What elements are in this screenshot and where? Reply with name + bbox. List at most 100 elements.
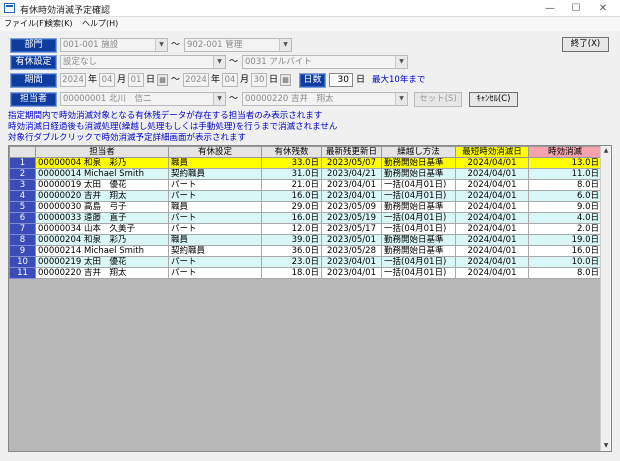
from-day-field[interactable]: 01 <box>128 73 144 87</box>
col-header-carry-method[interactable]: 繰越し方法 <box>381 146 456 158</box>
range-tilde: ～ <box>229 57 239 67</box>
expire-amount-cell: 8.0日 <box>528 179 602 191</box>
carry-method-cell: 一括(04月01日) <box>381 190 456 202</box>
menu-file[interactable]: ファイル(F) <box>4 18 47 29</box>
to-day-field[interactable]: 30 <box>251 73 267 87</box>
earliest-expiry-cell: 2024/04/01 <box>455 212 529 224</box>
person-cell: 00000030 高島 弓子 <box>35 201 169 213</box>
earliest-expiry-cell: 2024/04/01 <box>455 245 529 257</box>
row-number: 3 <box>9 179 36 191</box>
earliest-expiry-cell: 2024/04/01 <box>455 267 529 279</box>
carry-method-cell: 一括(04月01日) <box>381 179 456 191</box>
yukyu-setting-cell: パート <box>168 190 262 202</box>
person-to-select[interactable]: 00000220 吉井 翔太 ▼ <box>242 92 408 106</box>
chevron-down-icon: ▼ <box>279 39 291 51</box>
carry-method-cell: 勤務開始日基準 <box>381 245 456 257</box>
earliest-expiry-cell: 2024/04/01 <box>455 157 529 169</box>
carry-method-cell: 勤務開始日基準 <box>381 157 456 169</box>
carry-method-cell: 一括(04月01日) <box>381 256 456 268</box>
table-row[interactable]: 1 00000004 和泉 彩乃 職員 33.0日 2023/05/07 勤務開始日基準 2… <box>9 157 602 169</box>
expire-amount-cell: 2.0日 <box>528 223 602 235</box>
expire-amount-cell: 10.0日 <box>528 256 602 268</box>
from-month-field[interactable]: 04 <box>99 73 115 87</box>
calendar-icon[interactable]: ▦ <box>157 74 168 86</box>
col-header-last-update[interactable]: 最新残更新日 <box>321 146 382 158</box>
last-update-cell: 2023/04/21 <box>321 168 382 180</box>
scroll-up-icon[interactable]: ▲ <box>601 146 611 156</box>
table-row[interactable]: 5 00000030 高島 弓子 職員 29.0日 2023/05/09 勤務開始日基準 2… <box>9 201 602 213</box>
person-from-select[interactable]: 00000001 北川 信二 ▼ <box>60 92 226 106</box>
max-note: 最大10年まで <box>372 75 426 85</box>
to-month-field[interactable]: 04 <box>222 73 238 87</box>
expire-amount-cell: 19.0日 <box>528 234 602 246</box>
menu-help[interactable]: ヘルプ(H) <box>82 18 118 29</box>
person-cell: 00000220 吉井 翔太 <box>35 267 169 279</box>
notice-line-3: 対象行ダブルクリックで時効消滅予定詳細画面が表示されます <box>8 133 247 143</box>
table-row[interactable]: 3 00000019 太田 優花 パート 21.0日 2023/04/01 一括(04月0… <box>9 179 602 191</box>
chevron-down-icon: ▼ <box>213 93 225 105</box>
person-cell: 00000004 和泉 彩乃 <box>35 157 169 169</box>
table-row[interactable]: 4 00000020 吉井 翔太 パート 16.0日 2023/04/01 一括(04月0… <box>9 190 602 202</box>
yukyu-setting-cell: 職員 <box>168 201 262 213</box>
chevron-down-icon: ▼ <box>155 39 167 51</box>
col-header-remaining[interactable]: 有休残数 <box>261 146 322 158</box>
day-char: 日 <box>146 75 156 85</box>
expire-amount-cell: 8.0日 <box>528 267 602 279</box>
dept-label: 部門 <box>10 38 57 53</box>
table-row[interactable]: 10 00000219 太田 優花 パート 23.0日 2023/04/01 一括(04月… <box>9 256 602 268</box>
yukyu-setting-cell: パート <box>168 267 262 279</box>
table-row[interactable]: 6 00000033 遠藤 直子 パート 16.0日 2023/05/19 一括(04月0… <box>9 212 602 224</box>
earliest-expiry-cell: 2024/04/01 <box>455 223 529 235</box>
minimize-button[interactable]: — <box>536 0 564 17</box>
row-number-header <box>9 146 36 158</box>
expire-amount-cell: 6.0日 <box>528 190 602 202</box>
dept-from-select[interactable]: 001-001 施設 ▼ <box>60 38 168 52</box>
person-cell: 00000204 和泉 彩乃 <box>35 234 169 246</box>
table-row[interactable]: 11 00000220 吉井 翔太 パート 18.0日 2023/04/01 一括(04月… <box>9 267 602 279</box>
cancel-button[interactable]: ｷｬﾝｾﾙ(C) <box>469 92 518 107</box>
yukyu-from-select[interactable]: 設定なし ▼ <box>60 55 226 69</box>
calendar-icon[interactable]: ▦ <box>280 74 291 86</box>
remaining-cell: 29.0日 <box>261 201 322 213</box>
maximize-button[interactable]: ☐ <box>562 0 590 17</box>
row-number: 7 <box>9 223 36 235</box>
scroll-down-icon[interactable]: ▼ <box>601 441 611 451</box>
to-year-field[interactable]: 2024 <box>183 73 209 87</box>
month-char: 月 <box>240 75 250 85</box>
col-header-person[interactable]: 担当者 <box>35 146 169 158</box>
expire-amount-cell: 13.0日 <box>528 157 602 169</box>
table-row[interactable]: 8 00000204 和泉 彩乃 職員 39.0日 2023/05/01 勤務開始日基準 2… <box>9 234 602 246</box>
col-header-yukyu-setting[interactable]: 有休設定 <box>168 146 262 158</box>
row-number: 4 <box>9 190 36 202</box>
person-cell: 00000019 太田 優花 <box>35 179 169 191</box>
carry-method-cell: 勤務開始日基準 <box>381 201 456 213</box>
set-button[interactable]: セット(S) <box>414 92 462 107</box>
exit-button[interactable]: 終了(X) <box>562 37 609 52</box>
from-year-field[interactable]: 2024 <box>60 73 86 87</box>
day-char: 日 <box>269 75 279 85</box>
col-header-earliest-expiry[interactable]: 最短時効消滅日 <box>455 146 529 158</box>
yukyu-to-select[interactable]: 0031 アルバイト ▼ <box>242 55 408 69</box>
table-header-row: 担当者 有休設定 有休残数 最新残更新日 繰越し方法 最短時効消滅日 時効消滅 <box>9 146 602 158</box>
person-cell: 00000033 遠藤 直子 <box>35 212 169 224</box>
expire-amount-cell: 9.0日 <box>528 201 602 213</box>
vertical-scrollbar[interactable]: ▲ ▼ <box>600 146 611 451</box>
yukyu-setting-cell: パート <box>168 179 262 191</box>
days-field[interactable]: 30 <box>329 73 353 87</box>
col-header-expire-amount[interactable]: 時効消滅 <box>528 146 602 158</box>
close-button[interactable]: ✕ <box>589 0 617 17</box>
carry-method-cell: 勤務開始日基準 <box>381 234 456 246</box>
remaining-cell: 23.0日 <box>261 256 322 268</box>
table-row[interactable]: 9 00000214 Michael Smith 契約職員 36.0日 2023/05/… <box>9 245 602 257</box>
last-update-cell: 2023/04/01 <box>321 267 382 279</box>
days-unit: 日 <box>356 75 366 85</box>
dept-to-select[interactable]: 902-001 管理 ▼ <box>184 38 292 52</box>
person-cell: 00000014 Michael Smith <box>35 168 169 180</box>
remaining-cell: 16.0日 <box>261 212 322 224</box>
table-row[interactable]: 7 00000034 山本 久美子 パート 12.0日 2023/05/17 一括(04月… <box>9 223 602 235</box>
menu-search[interactable]: 検索(K) <box>45 18 73 29</box>
period-label: 期間 <box>10 73 57 88</box>
earliest-expiry-cell: 2024/04/01 <box>455 179 529 191</box>
person-cell: 00000214 Michael Smith <box>35 245 169 257</box>
table-row[interactable]: 2 00000014 Michael Smith 契約職員 31.0日 2023/04/… <box>9 168 602 180</box>
